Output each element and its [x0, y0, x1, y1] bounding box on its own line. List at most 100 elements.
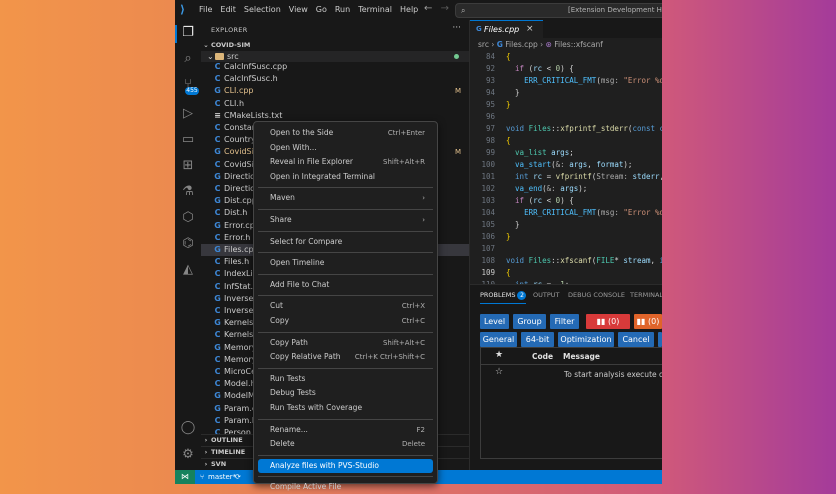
- c-header-icon: C: [214, 62, 221, 71]
- menu-item-copy[interactable]: Copy Ctrl+C: [258, 314, 433, 328]
- run-debug-icon[interactable]: ▷: [180, 106, 196, 122]
- gear-icon[interactable]: ⚙: [180, 447, 196, 463]
- menu-item-open-in-integrated-terminal[interactable]: Open in Integrated Terminal: [258, 170, 433, 184]
- menu-view[interactable]: View: [285, 0, 312, 20]
- breadcrumb: src › G Files.cpp › ⊛ Files::xfscanf: [478, 40, 603, 49]
- tab-terminal[interactable]: TERMINAL: [630, 291, 662, 299]
- table-header: ★ Code Message: [481, 348, 662, 365]
- workspace-root[interactable]: ⌄ COVID-SIM: [201, 40, 469, 51]
- remote-indicator-icon[interactable]: ⋈: [175, 470, 195, 484]
- menu-item-run-tests-with-coverage[interactable]: Run Tests with Coverage: [258, 401, 433, 415]
- menu-item-open-with[interactable]: Open With...: [258, 141, 433, 155]
- group-button[interactable]: Group: [513, 314, 546, 329]
- c-header-icon: C: [214, 257, 221, 267]
- command-center[interactable]: ⌕ [Extension Development Host] c: [455, 3, 662, 18]
- pvs-studio-icon[interactable]: ◭: [180, 262, 196, 278]
- column-code[interactable]: Code: [532, 352, 553, 361]
- menu-item-maven[interactable]: Maven ›: [258, 191, 433, 205]
- menu-run[interactable]: Run: [331, 0, 354, 20]
- file-item[interactable]: G CLI.cpp M: [201, 85, 469, 97]
- modified-dot-icon: [454, 54, 459, 59]
- column-message[interactable]: Message: [563, 352, 600, 361]
- menu-edit[interactable]: Edit: [216, 0, 240, 20]
- c-header-icon: C: [214, 232, 221, 242]
- submenu-chevron-icon: ›: [422, 216, 425, 224]
- menu-item-copy-relative-path[interactable]: Copy Relative Path Ctrl+K Ctrl+Shift+C: [258, 350, 433, 364]
- menu-item-add-file-to-chat[interactable]: Add File to Chat: [258, 278, 433, 292]
- level-button[interactable]: Level: [480, 314, 509, 329]
- panel-tabs: PROBLEMS 2 OUTPUT DEBUG CONSOLE TERMINAL: [470, 285, 662, 305]
- menu-item-label: Compile Active File: [270, 482, 342, 492]
- search-icon[interactable]: ⌕: [180, 51, 196, 67]
- menu-item-select-for-compare[interactable]: Select for Compare: [258, 235, 433, 249]
- containers-icon[interactable]: ⬡: [180, 210, 196, 226]
- cpp-file-icon: G: [214, 220, 221, 230]
- menu-file[interactable]: File: [195, 0, 216, 20]
- filter-button[interactable]: Filter: [550, 314, 579, 329]
- branch-name[interactable]: master*: [208, 470, 236, 484]
- breadcrumb-folder[interactable]: src: [478, 40, 489, 49]
- menu-separator: [258, 252, 433, 254]
- c-header-icon: C: [214, 415, 221, 425]
- menu-help[interactable]: Help: [396, 0, 422, 20]
- menu-item-label: Debug Tests: [270, 388, 316, 398]
- menu-item-copy-path[interactable]: Copy Path Shift+Alt+C: [258, 336, 433, 350]
- file-name: ModelM: [224, 391, 255, 401]
- breadcrumb-symbol[interactable]: Files::xfscanf: [554, 40, 603, 49]
- file-name: CalcInfSusc.h: [224, 74, 278, 84]
- menu-terminal[interactable]: Terminal: [354, 0, 396, 20]
- sync-icon[interactable]: ⟳: [235, 470, 241, 484]
- close-icon[interactable]: ×: [526, 24, 534, 34]
- extensions-icon[interactable]: ⊞: [180, 158, 196, 174]
- remote-explorer-icon[interactable]: ▭: [180, 132, 196, 148]
- file-item[interactable]: C CLI.h: [201, 98, 469, 110]
- menu-item-reveal-in-file-explorer[interactable]: Reveal in File Explorer Shift+Alt+R: [258, 155, 433, 169]
- explorer-icon[interactable]: ❐: [180, 25, 196, 41]
- tab-problems[interactable]: PROBLEMS 2: [480, 291, 527, 304]
- c-header-icon: C: [214, 306, 221, 315]
- tab-debug-console[interactable]: DEBUG CONSOLE: [568, 291, 625, 299]
- menu-separator: [258, 418, 433, 420]
- tab-output[interactable]: OUTPUT: [533, 291, 560, 299]
- testing-icon[interactable]: ⚗: [180, 184, 196, 200]
- star-outline-icon[interactable]: ☆: [495, 367, 503, 377]
- c-header-icon: C: [214, 354, 221, 364]
- python-icon[interactable]: ⌬: [180, 236, 196, 252]
- file-item[interactable]: C CalcInfSusc.h: [201, 73, 469, 85]
- breadcrumb-file[interactable]: Files.cpp: [505, 40, 538, 49]
- account-icon[interactable]: ◯: [180, 420, 196, 436]
- forward-arrow-icon[interactable]: →: [441, 3, 449, 14]
- code-line: 95}: [485, 100, 511, 109]
- c-header-icon: C: [214, 281, 221, 291]
- git-status: M: [454, 148, 461, 157]
- menu-item-open-to-the-side[interactable]: Open to the Side Ctrl+Enter: [258, 126, 433, 140]
- menu-item-label: Copy Relative Path: [270, 352, 341, 362]
- menu-selection[interactable]: Selection: [240, 0, 285, 20]
- errors-filter-button[interactable]: ▮▮ (0): [586, 314, 630, 329]
- menu-item-compile-active-file[interactable]: Compile Active File: [258, 480, 433, 494]
- menu-item-rename[interactable]: Rename... F2: [258, 423, 433, 437]
- code-line: 97void Files::xfprintf_stderr(const ch: [485, 124, 662, 133]
- menu-item-cut[interactable]: Cut Ctrl+X: [258, 299, 433, 313]
- menu-item-analyze-files-with-pvs-studio[interactable]: Analyze files with PVS-Studio: [258, 458, 433, 473]
- tab-files-cpp[interactable]: G Files.cpp ×: [470, 20, 543, 39]
- menu-item-open-timeline[interactable]: Open Timeline: [258, 256, 433, 270]
- menu-item-run-tests[interactable]: Run Tests: [258, 372, 433, 386]
- 64bit-button[interactable]: 64-bit: [521, 332, 554, 347]
- more-actions-icon[interactable]: ···: [452, 23, 461, 33]
- general-button[interactable]: General: [480, 332, 517, 347]
- menu-item-share[interactable]: Share ›: [258, 213, 433, 227]
- cancel-button[interactable]: Cancel: [618, 332, 654, 347]
- code-line: 105 }: [481, 220, 520, 229]
- warnings-filter-button[interactable]: ▮▮ (0): [634, 314, 662, 329]
- menu-go[interactable]: Go: [312, 0, 331, 20]
- menu-item-label: Select for Compare: [270, 236, 343, 246]
- menu-item-debug-tests[interactable]: Debug Tests: [258, 386, 433, 400]
- star-icon[interactable]: ★: [495, 350, 503, 360]
- file-item[interactable]: C CalcInfSusc.cpp: [201, 61, 469, 73]
- optimization-button[interactable]: Optimization: [558, 332, 614, 347]
- overflow-button[interactable]: [658, 332, 662, 347]
- vscode-logo-icon: ⟩: [180, 3, 186, 16]
- menu-item-delete[interactable]: Delete Delete: [258, 437, 433, 451]
- back-arrow-icon[interactable]: ←: [424, 3, 432, 14]
